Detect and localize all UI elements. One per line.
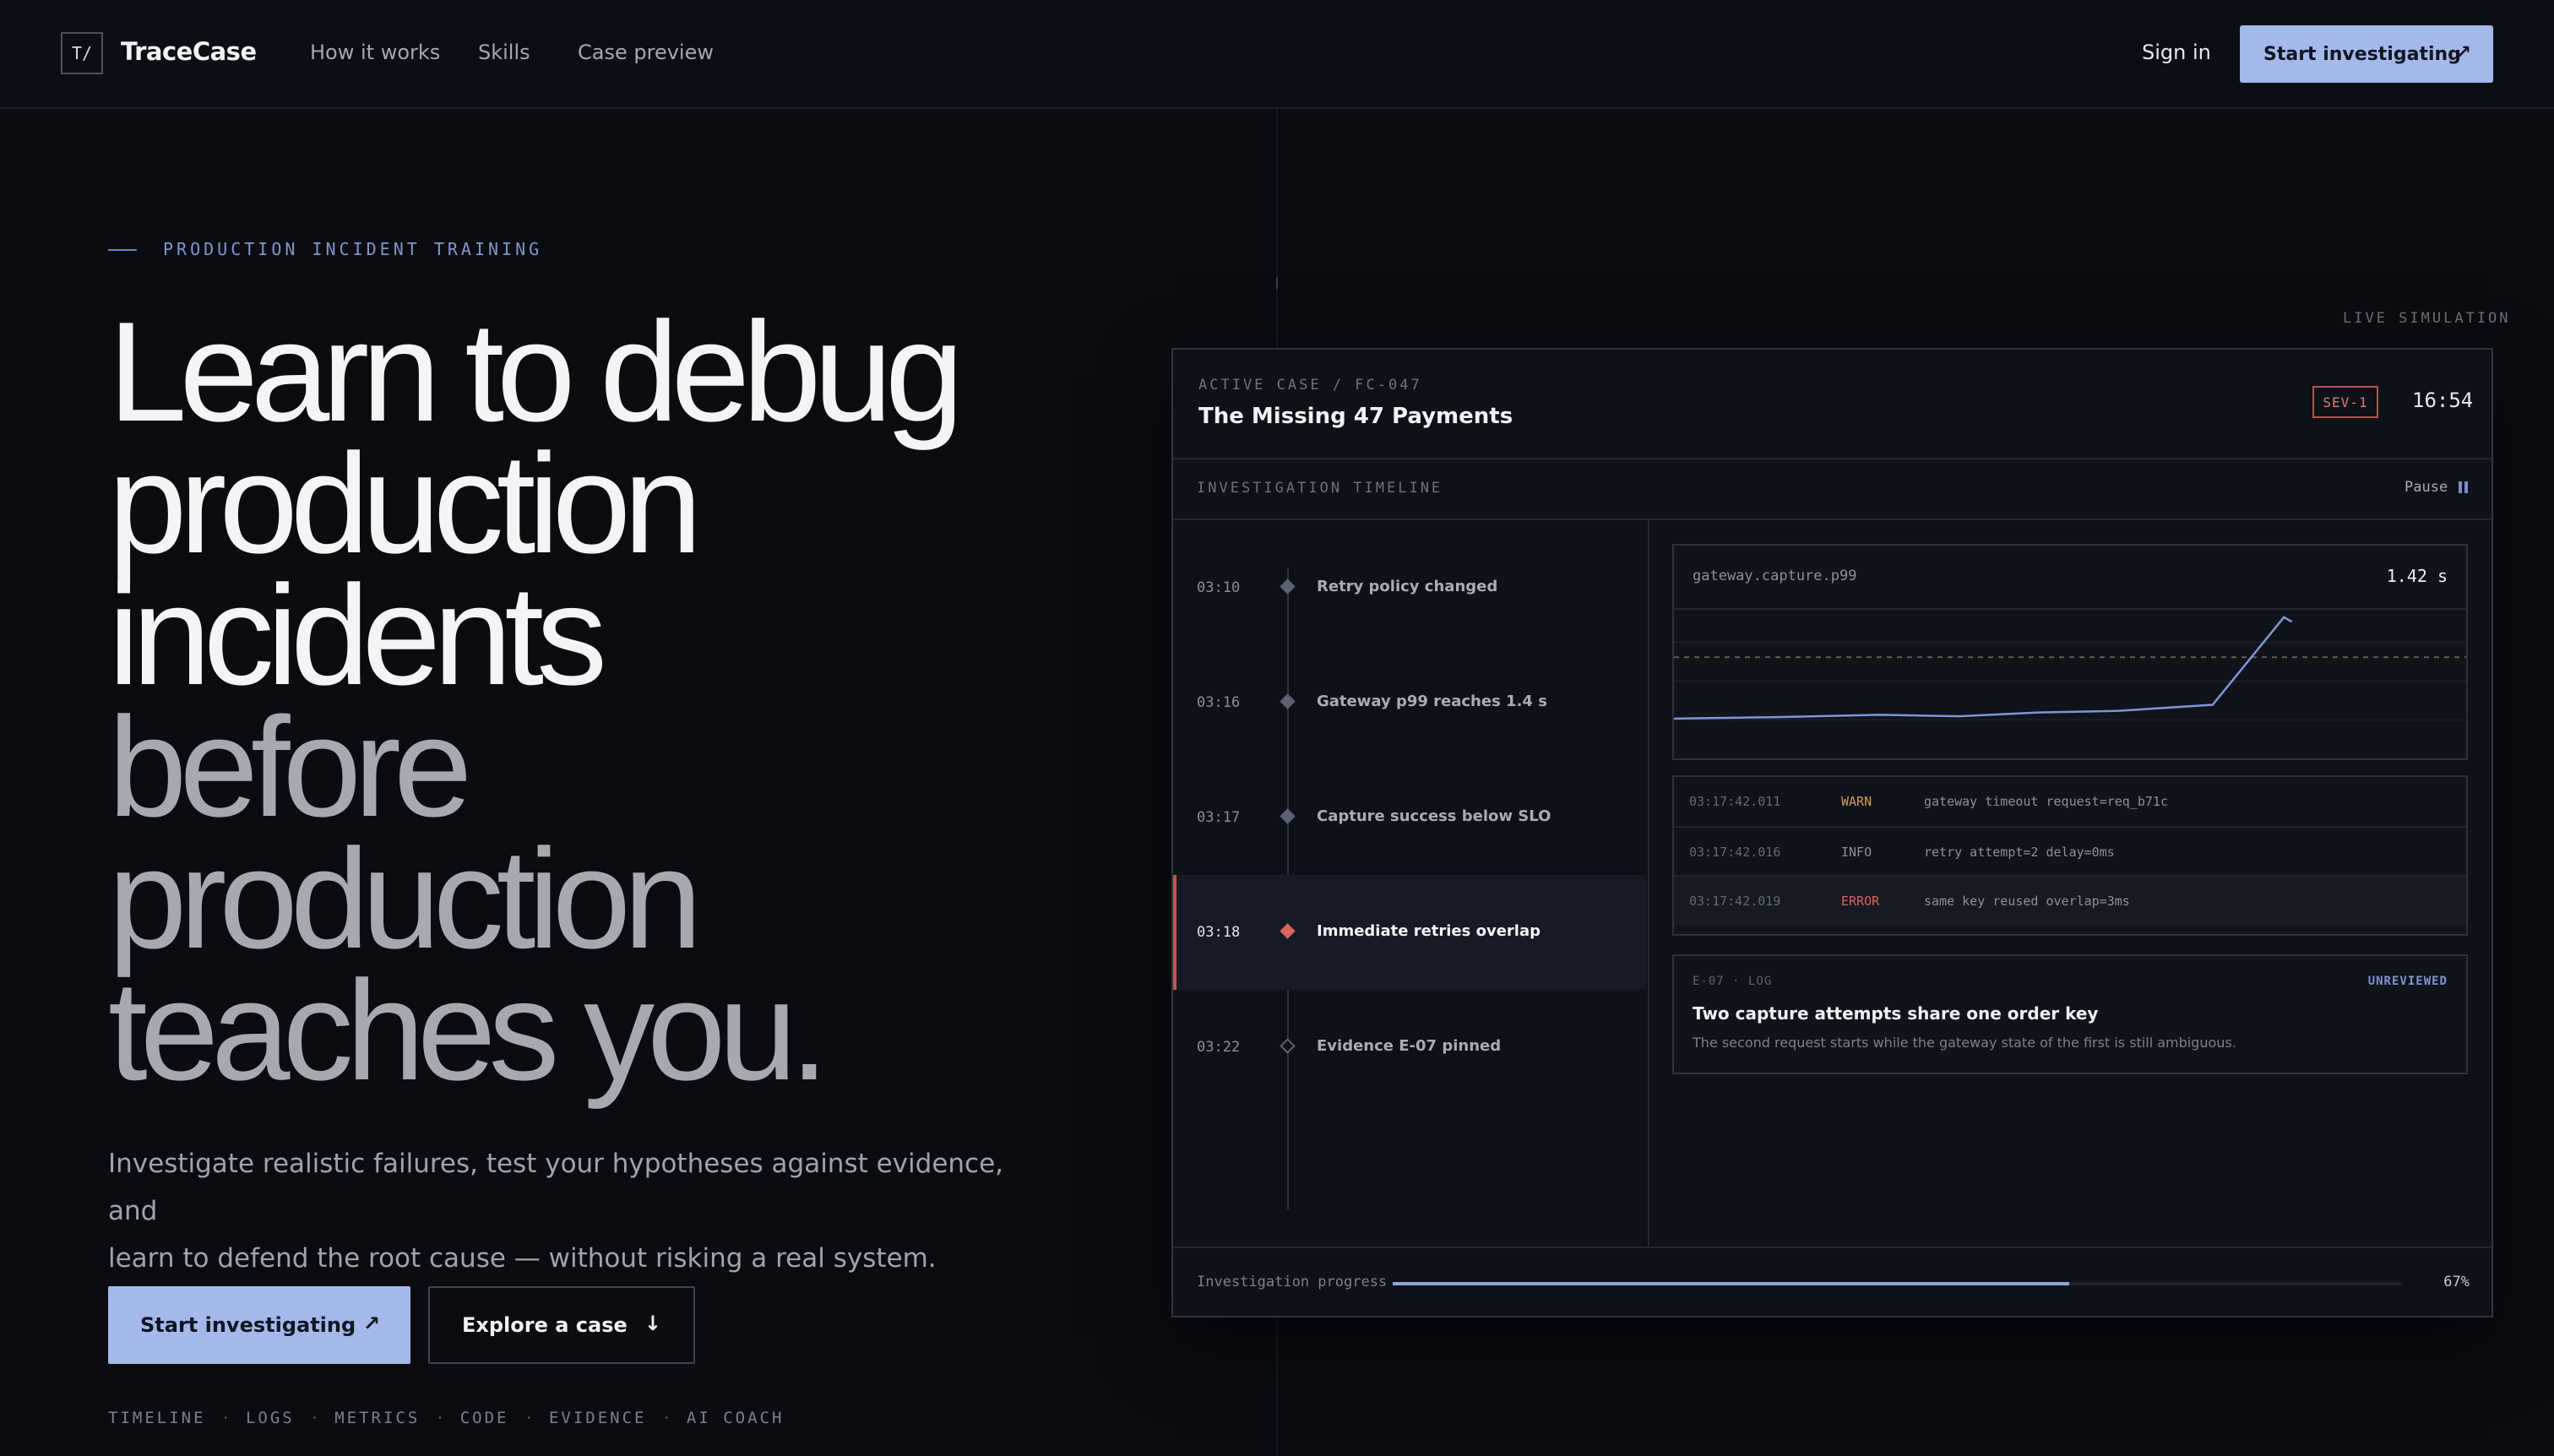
nav-link-how-it-works[interactable]: How it works xyxy=(310,41,440,64)
hero-headline: Learn to debug production incidents befo… xyxy=(108,292,1122,1110)
explore-button-label: Explore a case xyxy=(462,1313,628,1337)
metric-sparkline xyxy=(1674,616,2466,721)
timeline-event-time: 03:10 xyxy=(1197,579,1241,596)
metric-series-line xyxy=(1674,616,2293,720)
metric-panel: gateway.capture.p99 1.42 s xyxy=(1672,544,2468,760)
eyebrow: PRODUCTION INCIDENT TRAINING xyxy=(163,239,543,259)
timeline-event[interactable]: 03:18 Immediate retries overlap xyxy=(1173,875,1646,990)
headline-line: before xyxy=(108,687,472,846)
log-row[interactable]: 03:17:42.016 INFO retry attempt=2 delay=0m… xyxy=(1674,826,2466,877)
evidence-card[interactable]: E-07 · LOG UNREVIEWED Two capture attemp… xyxy=(1672,954,2468,1074)
skill-tag: TIMELINE xyxy=(108,1409,206,1427)
lead-line-2: learn to defend the root cause — without… xyxy=(108,1243,937,1274)
timeline-event-time: 03:22 xyxy=(1197,1039,1241,1056)
skill-tag: EVIDENCE xyxy=(548,1409,647,1427)
log-row[interactable]: 03:17:42.011 WARN gateway timeout request=… xyxy=(1674,777,2466,826)
case-title: The Missing 47 Payments xyxy=(1198,404,1513,429)
headline-line: teaches you. xyxy=(108,951,829,1110)
log-panel: 03:17:42.011 WARN gateway timeout request=… xyxy=(1672,775,2468,936)
nav-start-investigating-button[interactable]: Start investigating ↗ xyxy=(2240,25,2493,83)
hero-lead: Investigate realistic failures, test you… xyxy=(108,1140,1037,1282)
start-button-label: Start investigating xyxy=(140,1313,356,1337)
explore-case-button[interactable]: Explore a case ↓ xyxy=(428,1286,695,1364)
headline-line: incidents xyxy=(108,556,607,714)
eyebrow-rule xyxy=(108,249,137,251)
arrow-down-icon: ↓ xyxy=(644,1312,661,1335)
progress-fill xyxy=(1393,1282,2069,1285)
headline-line: Learn to debug xyxy=(108,292,964,451)
progress-track xyxy=(1393,1282,2402,1285)
headline-line: production xyxy=(108,819,703,978)
metric-name: gateway.capture.p99 xyxy=(1693,568,1857,584)
log-message: same key reused overlap=3ms xyxy=(1924,894,2130,909)
nav-link-skills[interactable]: Skills xyxy=(478,41,530,64)
arrow-up-right-icon: ↗ xyxy=(362,1312,380,1335)
skills-list: TIMELINE · LOGS · METRICS · CODE · EVIDENCE · AI C… xyxy=(108,1409,785,1427)
evidence-description: The second request starts while the gate… xyxy=(1693,1035,2236,1051)
sign-in-link[interactable]: Sign in xyxy=(2142,41,2211,64)
evidence-status-badge: UNREVIEWED xyxy=(2367,975,2448,988)
evidence-id: E-07 · LOG xyxy=(1693,975,1773,988)
timeline-marker-icon xyxy=(1280,693,1296,709)
timeline-marker-icon xyxy=(1280,1038,1296,1054)
log-message: gateway timeout request=req_b71c xyxy=(1924,794,2168,809)
progress-percent: 67% xyxy=(2443,1274,2470,1290)
timeline-marker-icon xyxy=(1280,579,1296,595)
divider-tick xyxy=(1276,277,1278,289)
skill-tag: METRICS xyxy=(334,1409,421,1427)
lead-line-1: Investigate realistic failures, test you… xyxy=(108,1149,1004,1226)
timeline-event-text: Capture success below SLO xyxy=(1317,807,1551,825)
timeline-event-text: Immediate retries overlap xyxy=(1317,922,1541,940)
case-id: ACTIVE CASE / FC-047 xyxy=(1198,377,1422,394)
nav-link-case-preview[interactable]: Case preview xyxy=(578,41,714,64)
log-level: WARN xyxy=(1841,794,1872,809)
pause-icon[interactable] xyxy=(2459,481,2469,493)
evidence-title: Two capture attempts share one order key xyxy=(1693,1003,2099,1024)
log-timestamp: 03:17:42.011 xyxy=(1689,794,1781,809)
timeline-event-text: Evidence E-07 pinned xyxy=(1317,1037,1502,1055)
case-header: ACTIVE CASE / FC-047 The Missing 47 Paym… xyxy=(1173,350,2492,459)
progress-section: Investigation progress 67% xyxy=(1173,1247,2492,1319)
arrow-up-right-icon: ↗ xyxy=(2455,42,2471,63)
log-level: ERROR xyxy=(1841,894,1880,909)
start-investigating-button[interactable]: Start investigating ↗ xyxy=(108,1286,410,1364)
log-level: INFO xyxy=(1841,845,1872,860)
timeline-column: 03:10 Retry policy changed 03:16 Gateway p9… xyxy=(1173,519,1649,1247)
headline-line: production xyxy=(108,424,703,583)
timeline-event-time: 03:17 xyxy=(1197,809,1241,826)
log-row[interactable]: 03:17:42.019 ERROR same key reused overlap… xyxy=(1674,875,2466,926)
case-console: ACTIVE CASE / FC-047 The Missing 47 Paym… xyxy=(1171,348,2493,1317)
timeline-event-time: 03:16 xyxy=(1197,694,1241,711)
nav-cta-label: Start investigating xyxy=(2263,43,2461,65)
skill-tag: AI COACH xyxy=(686,1409,785,1427)
log-timestamp: 03:17:42.016 xyxy=(1689,845,1781,860)
case-clock: 16:54 xyxy=(2412,388,2474,412)
timeline-event-text: Gateway p99 reaches 1.4 s xyxy=(1317,693,1547,710)
pause-button[interactable]: Pause xyxy=(2405,479,2448,496)
metric-value: 1.42 s xyxy=(2386,566,2448,586)
top-nav: T/ TraceCase How it works Skills Case pr… xyxy=(0,0,2554,109)
brand-name[interactable]: TraceCase xyxy=(121,37,257,66)
timeline-marker-icon xyxy=(1280,923,1296,939)
timeline-event[interactable]: 03:17 Capture success below SLO xyxy=(1173,760,1646,875)
logo-mark[interactable]: T/ xyxy=(61,32,103,74)
severity-badge: SEV-1 xyxy=(2312,386,2378,418)
timeline-marker-icon xyxy=(1280,808,1296,824)
timeline-bar: INVESTIGATION TIMELINE Pause xyxy=(1173,458,2492,520)
timeline-event-text: Retry policy changed xyxy=(1317,578,1498,595)
skill-tag: CODE xyxy=(459,1409,509,1427)
timeline-label: INVESTIGATION TIMELINE xyxy=(1197,480,1443,497)
log-message: retry attempt=2 delay=0ms xyxy=(1924,845,2115,860)
live-simulation-label: LIVE SIMULATION xyxy=(2343,310,2511,327)
timeline-event[interactable]: 03:22 Evidence E-07 pinned xyxy=(1173,990,1646,1105)
skill-tag: LOGS xyxy=(245,1409,295,1427)
progress-label: Investigation progress xyxy=(1197,1274,1388,1290)
log-timestamp: 03:17:42.019 xyxy=(1689,894,1781,909)
timeline-event[interactable]: 03:10 Retry policy changed xyxy=(1173,530,1646,645)
timeline-event[interactable]: 03:16 Gateway p99 reaches 1.4 s xyxy=(1173,645,1646,760)
timeline-event-time: 03:18 xyxy=(1197,924,1241,941)
